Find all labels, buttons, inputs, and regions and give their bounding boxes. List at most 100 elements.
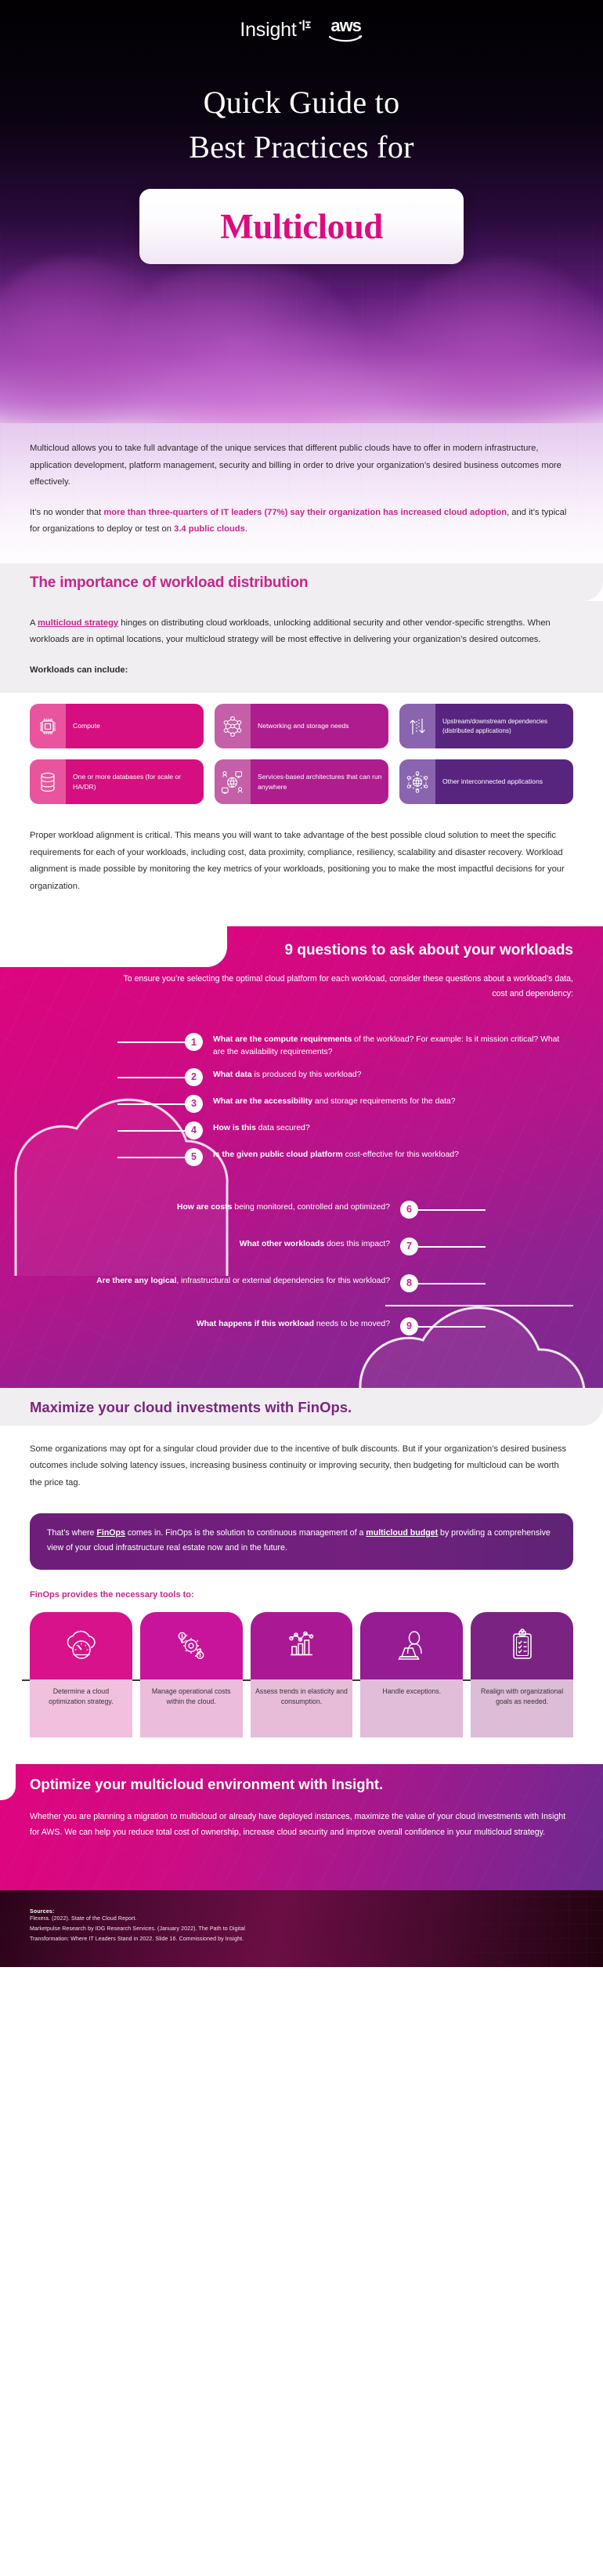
- finops-tools-row: Determine a cloud optimization strategy.: [22, 1611, 573, 1737]
- gear-dollar-cycle-icon: [139, 1611, 243, 1679]
- question-rest: needs to be moved?: [313, 1319, 390, 1328]
- clipboard-checklist-icon: [471, 1611, 573, 1679]
- question-text: What are the accessibility and storage r…: [213, 1095, 573, 1108]
- workload-card-label: Services-based architectures that can ru…: [251, 759, 388, 804]
- questions-intro: To ensure you’re selecting the optimal c…: [123, 974, 573, 999]
- finops-paragraph: Some organizations may opt for a singula…: [30, 1444, 567, 1487]
- network-nodes-icon: [215, 704, 251, 748]
- finops-tool-label: Determine a cloud optimization strategy.: [30, 1679, 132, 1737]
- question-bold: What are the accessibility: [213, 1096, 313, 1106]
- multicloud-strategy-link[interactable]: multicloud strategy: [38, 618, 118, 628]
- question-row-2: 2 What data is produced by this workload…: [0, 1067, 603, 1086]
- question-rest: being monitored, controlled and optimize…: [232, 1202, 390, 1212]
- finops-section: Maximize your cloud investments with Fin…: [0, 1387, 603, 1764]
- question-number: 2: [185, 1067, 203, 1086]
- question-number: 5: [185, 1147, 203, 1166]
- source-line-2: Marketpulse Research by IDG Research Ser…: [30, 1926, 245, 1933]
- insight-wordmark: Insight: [240, 19, 297, 41]
- tool-connector: [242, 1679, 251, 1681]
- bar-chart-trend-icon: [250, 1611, 353, 1679]
- question-text: What are the compute requirements of the…: [213, 1033, 573, 1059]
- questions-section: 9 questions to ask about your workloads …: [0, 926, 603, 1388]
- workload-card-dependencies: Upstream/downstream dependencies (distri…: [399, 704, 573, 748]
- workload-heading: The importance of workload distribution: [30, 574, 309, 591]
- multicloud-budget-link[interactable]: multicloud budget: [366, 1528, 438, 1538]
- workload-card-label: Upstream/downstream dependencies (distri…: [435, 704, 573, 748]
- finops-header: Maximize your cloud investments with Fin…: [0, 1387, 603, 1426]
- source-line-1: Flexera. (2022). State of the Cloud Repo…: [30, 1916, 137, 1922]
- question-row-4: 4 How is this data secured?: [0, 1121, 603, 1139]
- question-connector-line: [117, 1156, 185, 1158]
- workload-card-services: Services-based architectures that can ru…: [215, 759, 388, 804]
- workloads-subheading: Workloads can include:: [30, 665, 128, 675]
- question-bold: Are there any logical: [96, 1276, 177, 1285]
- finops-tool-label: Assess trends in elasticity and consumpt…: [250, 1679, 353, 1737]
- finops-tool-label: Realign with organizational goals as nee…: [471, 1679, 573, 1737]
- hero-title-line2: Best Practices for: [189, 129, 414, 165]
- question-bold: What data: [213, 1070, 252, 1079]
- person-laptop-icon: [360, 1611, 464, 1679]
- question-number: 4: [185, 1121, 203, 1139]
- tool-connector: [352, 1679, 361, 1681]
- logo-row: Insight aws: [0, 0, 603, 43]
- question-row-3: 3 What are the accessibility and storage…: [0, 1094, 603, 1113]
- workload-cards-row-2: One or more databases (for scale or HA/D…: [30, 759, 573, 804]
- stat-highlight-77: more than three-quarters of IT leaders (…: [103, 507, 507, 517]
- question-bold: What are the compute requirements: [213, 1035, 352, 1045]
- workload-cards-row-1: Compute Networking and storage needs Ups…: [30, 704, 573, 748]
- workload-card-networking: Networking and storage needs: [215, 704, 388, 748]
- finops-tool-assess: Assess trends in elasticity and consumpt…: [250, 1611, 361, 1737]
- question-row-9: What happens if this workload needs to b…: [0, 1317, 603, 1335]
- insight-dot-mark-icon: [298, 20, 312, 33]
- workload-card-label: Other interconnected applications: [435, 759, 573, 804]
- finops-tool-label: Manage operational costs within the clou…: [139, 1679, 243, 1737]
- intro-workload-section: Multicloud allows you to take full advan…: [0, 423, 603, 926]
- workload-card-databases: One or more databases (for scale or HA/D…: [30, 759, 204, 804]
- cloud-gauge-icon: [30, 1611, 132, 1679]
- cpu-chip-icon: [30, 704, 66, 748]
- database-stack-icon: [30, 759, 66, 804]
- footer-sources: Sources: Flexera. (2022). State of the C…: [0, 1890, 603, 1968]
- finops-tool-realign: Realign with organizational goals as nee…: [471, 1611, 573, 1737]
- question-text: How is this data secured?: [213, 1121, 573, 1135]
- question-bold: What happens if this workload: [196, 1319, 314, 1328]
- question-text: What happens if this workload needs to b…: [197, 1317, 390, 1331]
- source-line-3: Transformation: Where IT Leaders Stand i…: [30, 1937, 244, 1943]
- finops-tool-label: Handle exceptions.: [360, 1679, 464, 1737]
- up-down-arrows-icon: [399, 704, 435, 748]
- question-connector-line: [117, 1042, 185, 1044]
- intro-paragraph-1: Multicloud allows you to take full advan…: [30, 444, 561, 487]
- finops-tool-determine: Determine a cloud optimization strategy.: [22, 1611, 140, 1737]
- intro-paragraph-2: It’s no wonder that more than three-quar…: [30, 507, 567, 534]
- question-text: Are there any logical, infrastructural o…: [96, 1274, 390, 1288]
- question-connector-line: [418, 1325, 486, 1328]
- aws-smile-icon: [328, 34, 363, 42]
- question-connector-line: [418, 1208, 486, 1211]
- question-text: What data is produced by this workload?: [213, 1068, 573, 1081]
- hero-title: Quick Guide to Best Practices for: [0, 81, 603, 170]
- question-rest: and storage requirements for the data?: [312, 1096, 456, 1106]
- aws-wordmark: aws: [330, 16, 362, 35]
- finops-tool-manage: Manage operational costs within the clou…: [139, 1611, 251, 1737]
- finops-tool-handle: Handle exceptions.: [360, 1611, 471, 1737]
- multicloud-badge: Multicloud: [139, 188, 464, 264]
- tool-connector: [463, 1679, 471, 1681]
- question-rest: , infrastructural or external dependenci…: [176, 1276, 390, 1285]
- question-connector-line: [117, 1076, 185, 1078]
- question-text: How are costs being monitored, controlle…: [177, 1201, 390, 1214]
- question-row-1: 1 What are the compute requirements of t…: [0, 1033, 603, 1059]
- workload-paragraph-1: A multicloud strategy hinges on distribu…: [30, 618, 551, 645]
- multicloud-badge-text: Multicloud: [220, 206, 383, 246]
- questions-heading: 9 questions to ask about your workloads: [284, 942, 573, 958]
- workload-paragraph-2: Proper workload alignment is critical. T…: [30, 831, 565, 891]
- question-text: What other workloads does this impact?: [240, 1237, 390, 1251]
- interconnected-globe-icon: [399, 759, 435, 804]
- question-number: 3: [185, 1094, 203, 1113]
- question-connector-line: [117, 1129, 185, 1132]
- finops-link[interactable]: FinOps: [96, 1528, 125, 1538]
- stat-highlight-34: 3.4 public clouds: [174, 524, 245, 534]
- question-rest: is produced by this workload?: [251, 1070, 362, 1079]
- finops-heading: Maximize your cloud investments with Fin…: [30, 1398, 352, 1415]
- services-globe-icon: [215, 759, 251, 804]
- aws-logo: aws: [328, 16, 363, 43]
